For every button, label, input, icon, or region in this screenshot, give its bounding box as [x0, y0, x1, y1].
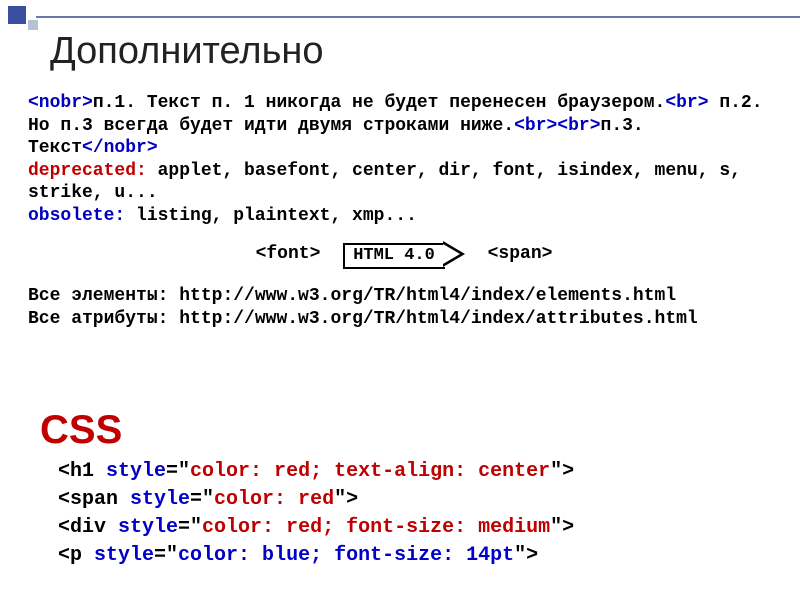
obsolete-line: obsolete: listing, plaintext, xmp...: [28, 205, 780, 228]
style-value: color: blue; font-size: 14pt: [178, 544, 514, 567]
nobr-open-tag: <nobr>: [28, 93, 93, 113]
tag-close: ">: [334, 488, 358, 511]
reference-links: Все элементы: http://www.w3.org/TR/html4…: [28, 285, 780, 330]
br-tag: <br><br>: [514, 116, 600, 136]
tag-open: <p: [58, 544, 94, 567]
page-title: Дополнительно: [50, 30, 324, 73]
equals-quote: =": [166, 460, 190, 483]
nobr-close-tag: </nobr>: [82, 138, 158, 158]
css-heading: CSS: [40, 408, 122, 453]
style-value: color: red; text-align: center: [190, 460, 550, 483]
arrow-right-label: <span>: [488, 243, 553, 266]
equals-quote: =": [178, 516, 202, 539]
obsolete-label: obsolete:: [28, 206, 125, 226]
css-example-line: <span style="color: red">: [58, 486, 574, 514]
equals-quote: =": [190, 488, 214, 511]
square-icon: [28, 20, 38, 30]
css-examples: <h1 style="color: red; text-align: cente…: [58, 458, 574, 570]
deprecated-label: deprecated:: [28, 161, 147, 181]
br-tag: <br>: [665, 93, 708, 113]
tag-open: <span: [58, 488, 130, 511]
elements-label: Все элементы:: [28, 286, 179, 306]
tag-open: <div: [58, 516, 118, 539]
style-value: color: red; font-size: medium: [202, 516, 550, 539]
nobr-example: <nobr>п.1. Текст п. 1 никогда не будет п…: [28, 92, 780, 160]
square-icon: [8, 6, 26, 24]
arrow-icon: HTML 4.0: [343, 241, 465, 267]
attributes-link-line: Все атрибуты: http://www.w3.org/TR/html4…: [28, 308, 780, 331]
tag-close: ">: [550, 516, 574, 539]
elements-url: http://www.w3.org/TR/html4/index/element…: [179, 286, 676, 306]
equals-quote: =": [154, 544, 178, 567]
style-attr: style: [130, 488, 190, 511]
attributes-url: http://www.w3.org/TR/html4/index/attribu…: [179, 309, 697, 329]
css-example-line: <div style="color: red; font-size: mediu…: [58, 514, 574, 542]
tag-close: ">: [550, 460, 574, 483]
tag-open: <h1: [58, 460, 106, 483]
elements-link-line: Все элементы: http://www.w3.org/TR/html4…: [28, 285, 780, 308]
slide-content: <nobr>п.1. Текст п. 1 никогда не будет п…: [28, 92, 780, 330]
obsolete-list: listing, plaintext, xmp...: [125, 206, 417, 226]
tag-close: ">: [514, 544, 538, 567]
style-attr: style: [94, 544, 154, 567]
arrow-diagram: <font> HTML 4.0 <span>: [28, 241, 780, 267]
style-attr: style: [118, 516, 178, 539]
arrow-body-label: HTML 4.0: [343, 243, 445, 269]
horizontal-rule: [36, 16, 800, 18]
arrow-left-label: <font>: [256, 243, 321, 266]
nobr-text-1: п.1. Текст п. 1 никогда не будет перенес…: [93, 93, 666, 113]
style-value: color: red: [214, 488, 334, 511]
deprecated-line: deprecated: applet, basefont, center, di…: [28, 160, 780, 205]
style-attr: style: [106, 460, 166, 483]
css-example-line: <p style="color: blue; font-size: 14pt">: [58, 542, 574, 570]
attributes-label: Все атрибуты:: [28, 309, 179, 329]
css-example-line: <h1 style="color: red; text-align: cente…: [58, 458, 574, 486]
arrow-head-icon: [443, 241, 465, 267]
